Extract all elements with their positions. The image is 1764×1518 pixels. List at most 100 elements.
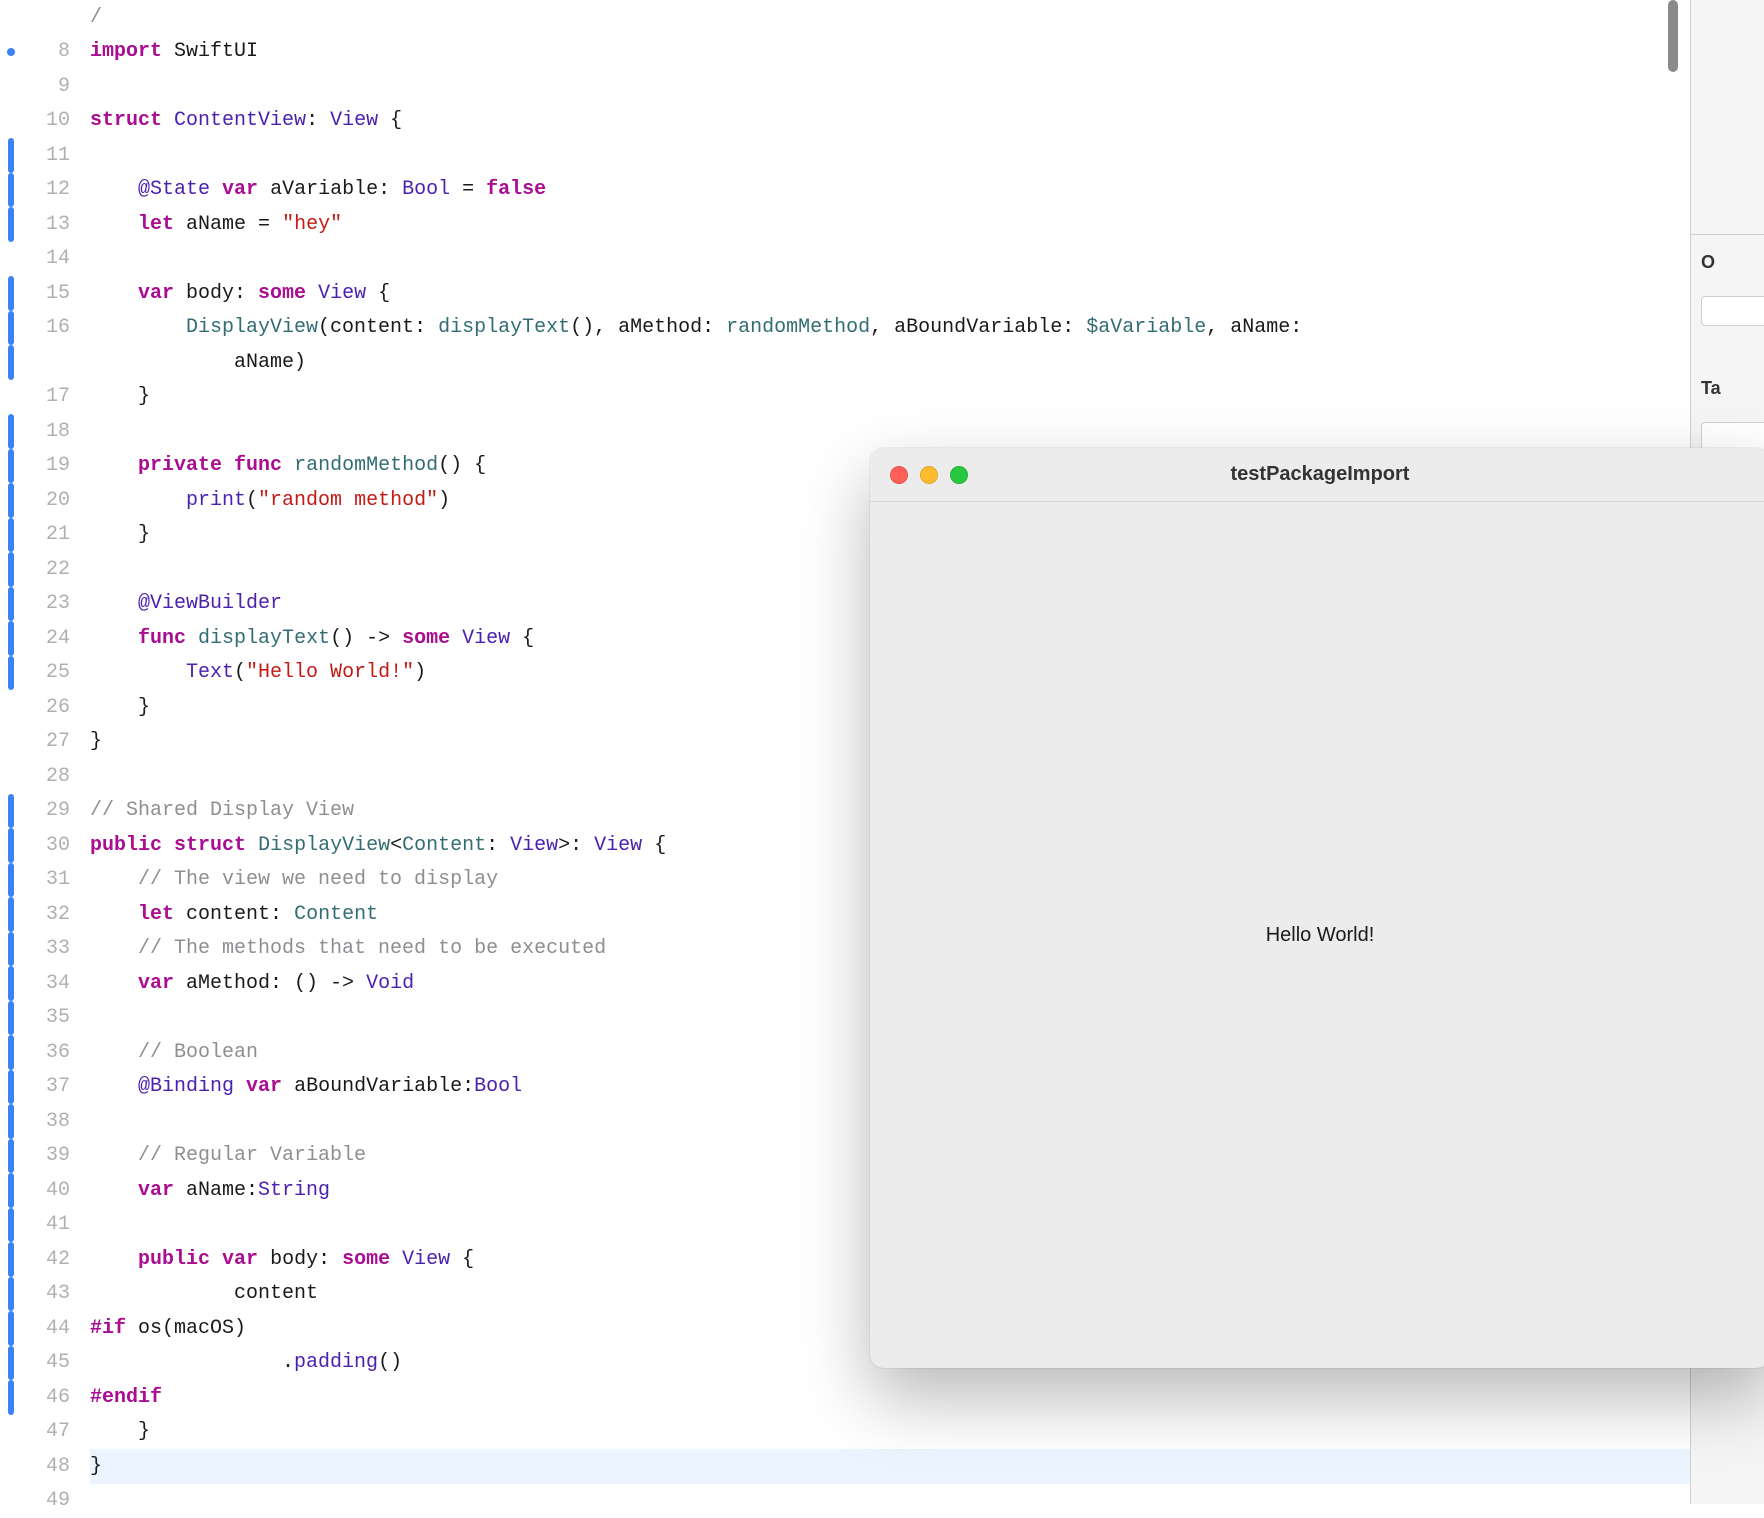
code-token: [162, 109, 174, 132]
code-line[interactable]: [90, 414, 1764, 449]
gutter-row: 39: [0, 1139, 80, 1174]
gutter-row: 32: [0, 897, 80, 932]
line-number: 34: [46, 972, 70, 995]
window-titlebar[interactable]: testPackageImport: [870, 448, 1764, 502]
zoom-icon[interactable]: [950, 466, 968, 484]
change-bar-icon: [8, 1208, 14, 1243]
inspector-field[interactable]: [1701, 296, 1764, 326]
gutter-row: 31: [0, 863, 80, 898]
gutter-row: 30: [0, 828, 80, 863]
line-number: 41: [46, 1213, 70, 1236]
code-line[interactable]: struct ContentView: View {: [90, 104, 1764, 139]
code-token: :: [306, 109, 330, 132]
change-bar-icon: [8, 587, 14, 622]
gutter: 8910111213141516171819202122232425262728…: [0, 0, 80, 1504]
change-bar-icon: [8, 794, 14, 829]
close-icon[interactable]: [890, 466, 908, 484]
code-token: some: [258, 282, 306, 305]
gutter-row: 26: [0, 690, 80, 725]
gutter-row: 27: [0, 725, 80, 760]
code-token: var: [222, 1248, 258, 1271]
code-token: randomMethod: [294, 454, 438, 477]
code-token: /: [90, 6, 102, 29]
change-bar-icon: [8, 1139, 14, 1174]
code-token: // Boolean: [138, 1041, 258, 1064]
code-line[interactable]: }: [90, 1449, 1764, 1484]
code-line[interactable]: import SwiftUI: [90, 35, 1764, 70]
gutter-row: 40: [0, 1173, 80, 1208]
line-number: 25: [46, 661, 70, 684]
code-token: ContentView: [174, 109, 306, 132]
code-token: "random method": [258, 489, 438, 512]
code-line[interactable]: }: [90, 380, 1764, 415]
inspector-label: Ta: [1701, 378, 1721, 399]
line-number: 44: [46, 1317, 70, 1340]
code-token: (): [378, 1351, 402, 1374]
change-bar-icon: [8, 414, 14, 449]
change-bar-icon: [8, 311, 14, 346]
gutter-row: 28: [0, 759, 80, 794]
gutter-row: 11: [0, 138, 80, 173]
code-line[interactable]: [90, 1484, 1764, 1518]
line-number: 31: [46, 868, 70, 891]
gutter-row: 46: [0, 1380, 80, 1415]
code-line[interactable]: DisplayView(content: displayText(), aMet…: [90, 311, 1764, 346]
code-token: aBoundVariable:: [282, 1075, 474, 1098]
code-token: private: [138, 454, 222, 477]
change-bar-icon: [8, 1242, 14, 1277]
code-token: var: [138, 972, 174, 995]
code-token: var: [246, 1075, 282, 1098]
line-number: 39: [46, 1144, 70, 1167]
code-token: :: [486, 834, 510, 857]
code-token: =: [450, 178, 486, 201]
code-token: false: [486, 178, 546, 201]
code-line[interactable]: /: [90, 0, 1764, 35]
line-number: 49: [46, 1489, 70, 1512]
minimize-icon[interactable]: [920, 466, 938, 484]
code-token: #endif: [90, 1386, 162, 1409]
code-line[interactable]: @State var aVariable: Bool = false: [90, 173, 1764, 208]
code-token: os(macOS): [126, 1317, 246, 1340]
code-token: [90, 937, 138, 960]
preview-window[interactable]: testPackageImport Hello World!: [870, 448, 1764, 1368]
code-token: View: [402, 1248, 450, 1271]
code-token: <: [390, 834, 402, 857]
gutter-row: 18: [0, 414, 80, 449]
code-line[interactable]: }: [90, 1415, 1764, 1450]
code-token: [222, 454, 234, 477]
code-line[interactable]: let aName = "hey": [90, 207, 1764, 242]
line-number: 10: [46, 109, 70, 132]
code-line[interactable]: #endif: [90, 1380, 1764, 1415]
gutter-row: 17: [0, 380, 80, 415]
code-token: func: [234, 454, 282, 477]
code-token: Text: [186, 661, 234, 684]
gutter-row: 20: [0, 483, 80, 518]
line-number: 13: [46, 213, 70, 236]
scrollbar-thumb[interactable]: [1668, 0, 1678, 72]
line-number: 19: [46, 454, 70, 477]
gutter-row: 13: [0, 207, 80, 242]
code-token: [90, 454, 138, 477]
code-token: View: [330, 109, 378, 132]
change-bar-icon: [8, 1277, 14, 1312]
line-number: 11: [46, 144, 70, 167]
code-line[interactable]: aName): [90, 345, 1764, 380]
code-token: }: [90, 385, 150, 408]
code-token: public: [90, 834, 162, 857]
code-token: struct: [90, 109, 162, 132]
code-line[interactable]: var body: some View {: [90, 276, 1764, 311]
code-token: [90, 1179, 138, 1202]
line-number: 8: [58, 40, 70, 63]
code-token: func: [138, 627, 186, 650]
code-token: let: [138, 213, 174, 236]
line-number: 48: [46, 1455, 70, 1478]
code-line[interactable]: [90, 69, 1764, 104]
line-number: 21: [46, 523, 70, 546]
code-line[interactable]: [90, 138, 1764, 173]
code-line[interactable]: [90, 242, 1764, 277]
code-token: (: [246, 489, 258, 512]
gutter-row: 49: [0, 1484, 80, 1518]
code-token: [186, 627, 198, 650]
code-token: aName:: [174, 1179, 258, 1202]
code-token: aName =: [174, 213, 282, 236]
